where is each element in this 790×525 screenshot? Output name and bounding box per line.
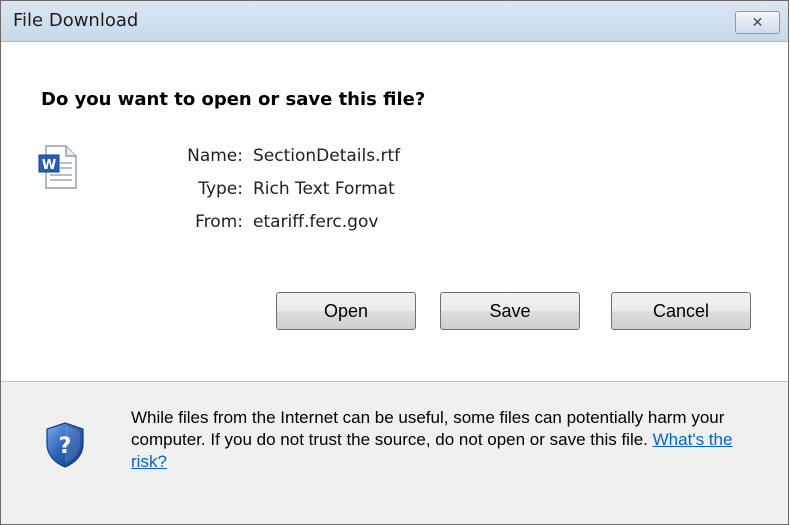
file-type-label: Type: — [198, 179, 243, 199]
security-warning: ? While files from the Internet can be u… — [1, 382, 788, 524]
save-button[interactable]: Save — [440, 292, 580, 330]
file-download-dialog: File Download ✕ Do you want to open or s… — [0, 0, 789, 525]
file-type-row: Type: Rich Text Format — [161, 179, 400, 212]
title-bar[interactable]: File Download ✕ — [1, 1, 788, 42]
file-type-value: Rich Text Format — [253, 179, 395, 199]
warning-message: While files from the Internet can be use… — [131, 407, 771, 473]
dialog-question: Do you want to open or save this file? — [41, 89, 426, 110]
file-name-value: SectionDetails.rtf — [253, 146, 401, 166]
file-source-row: From: etariff.ferc.gov — [161, 212, 400, 245]
svg-text:?: ? — [59, 434, 72, 459]
file-name-row: Name: SectionDetails.rtf — [161, 146, 400, 179]
file-name-label: Name: — [187, 146, 243, 166]
file-info: Name: SectionDetails.rtf Type: Rich Text… — [161, 146, 400, 245]
close-button[interactable]: ✕ — [735, 11, 780, 34]
file-source-label: From: — [195, 212, 243, 232]
close-icon: ✕ — [751, 14, 764, 31]
open-button[interactable]: Open — [276, 292, 416, 330]
svg-text:W: W — [42, 158, 56, 173]
dialog-body: Do you want to open or save this file? W… — [1, 42, 788, 381]
file-source-value: etariff.ferc.gov — [253, 212, 379, 232]
word-document-icon: W — [38, 145, 77, 189]
cancel-button[interactable]: Cancel — [611, 292, 751, 330]
security-shield-icon: ? — [46, 422, 84, 468]
warning-text: While files from the Internet can be use… — [131, 408, 725, 449]
window-title: File Download — [13, 10, 139, 31]
